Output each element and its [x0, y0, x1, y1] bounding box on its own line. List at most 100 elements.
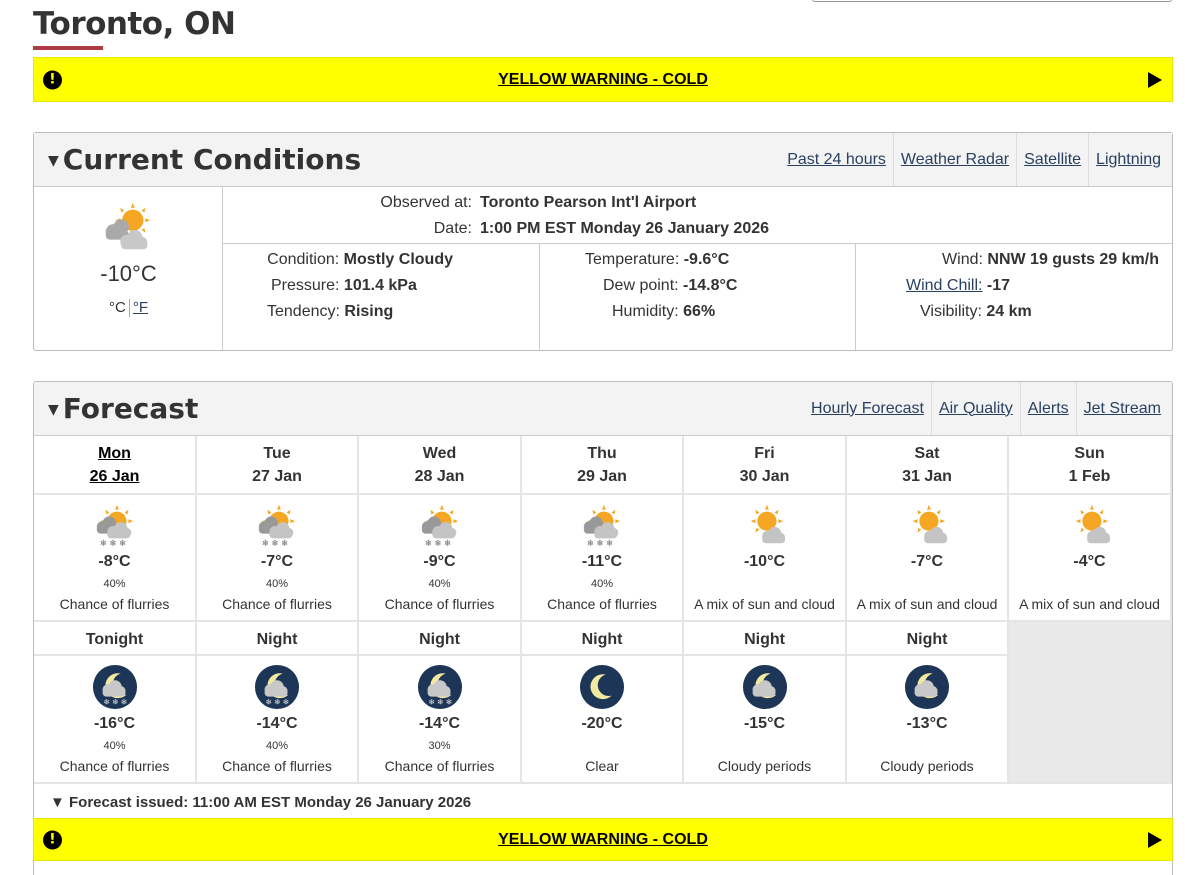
night-description: Chance of flurries	[222, 758, 332, 774]
night-label: Night	[581, 631, 623, 648]
link-jet-stream[interactable]: Jet Stream	[1075, 382, 1168, 435]
forecast-links: Hourly Forecast Air Quality Alerts Jet S…	[804, 382, 1168, 435]
day-name[interactable]: Sun	[1009, 442, 1170, 465]
forecast-day-cell: -10°C A mix of sun and cloud	[684, 495, 847, 622]
svg-text:❄: ❄	[112, 697, 118, 706]
day-date[interactable]: 28 Jan	[359, 465, 520, 488]
sun-cloud-snow-icon: ❄ ❄ ❄	[92, 502, 138, 549]
precip-probability: 40%	[265, 740, 289, 752]
link-lightning[interactable]: Lightning	[1088, 133, 1168, 186]
conditions-column-1: Condition: Mostly Cloudy Pressure: 101.4…	[223, 244, 539, 350]
night-label: Night	[419, 631, 460, 648]
svg-text:❄: ❄	[118, 539, 125, 548]
day-date[interactable]: 30 Jan	[684, 465, 845, 488]
day-date[interactable]: 27 Jan	[197, 465, 357, 488]
warning-link[interactable]: YELLOW WARNING - COLD	[498, 71, 708, 89]
collapse-triangle-icon[interactable]: ▼	[48, 402, 59, 418]
night-description: Chance of flurries	[384, 758, 495, 774]
night-label: Night	[256, 631, 298, 648]
link-hourly-forecast[interactable]: Hourly Forecast	[804, 382, 931, 435]
day-date[interactable]: 26 Jan	[34, 465, 195, 488]
forecast-night-cell: ❄ ❄ ❄ -16°C 40% Chance of flurries	[34, 656, 197, 784]
day-temperature: -10°C	[743, 553, 786, 570]
date-label: Date:	[433, 220, 472, 237]
svg-text:❄: ❄	[428, 697, 434, 706]
wind-chill-link[interactable]: Wind Chill:	[906, 277, 982, 294]
forecast-day-header[interactable]: Fri 30 Jan	[684, 436, 847, 495]
link-past-24-hours[interactable]: Past 24 hours	[780, 133, 893, 186]
unit-celsius: °C	[108, 299, 126, 316]
day-temperature: -4°C	[1073, 553, 1106, 570]
svg-text:❄: ❄	[437, 697, 443, 706]
tendency-value: Rising	[344, 303, 394, 320]
night-description: Clear	[585, 758, 619, 774]
link-alerts[interactable]: Alerts	[1019, 382, 1076, 435]
issued-triangle-icon: ▼	[50, 794, 70, 811]
forecast-night-cell: -20°C Clear	[522, 656, 684, 784]
exclamation-icon: !	[43, 830, 62, 849]
forecast-day-header[interactable]: Tue 27 Jan	[197, 436, 359, 495]
link-air-quality[interactable]: Air Quality	[930, 382, 1020, 435]
forecast-night-header: Night	[684, 622, 847, 656]
day-date[interactable]: 29 Jan	[522, 465, 682, 488]
moon-cloud-icon	[742, 664, 788, 710]
pressure-label: Pressure:	[271, 277, 340, 294]
title-underline	[33, 46, 103, 50]
forecast-night-cell: -15°C Cloudy periods	[684, 656, 847, 784]
current-details: Observed at: Toronto Pearson Int'l Airpo…	[223, 187, 1172, 350]
forecast-day-header[interactable]: Mon 26 Jan	[34, 436, 197, 495]
expand-arrow-icon[interactable]	[1148, 71, 1162, 88]
forecast-night-header: Night	[359, 622, 522, 656]
day-temperature: -9°C	[423, 553, 456, 570]
exclamation-icon: !	[43, 70, 62, 89]
precip-probability: 40%	[103, 578, 126, 590]
precip-probability: 40%	[428, 578, 451, 590]
link-weather-radar[interactable]: Weather Radar	[892, 133, 1016, 186]
day-name[interactable]: Wed	[359, 442, 520, 465]
warning-link[interactable]: YELLOW WARNING - COLD	[498, 831, 708, 849]
forecast-day-header[interactable]: Sat 31 Jan	[847, 436, 1009, 495]
day-description: Chance of flurries	[222, 596, 332, 612]
expand-arrow-icon[interactable]	[1148, 831, 1162, 848]
day-name[interactable]: Mon	[34, 442, 195, 465]
visibility-value: 24 km	[986, 303, 1032, 320]
current-conditions-title[interactable]: ▼ Current Conditions	[48, 143, 361, 176]
top-search-box-edge	[812, 0, 1172, 2]
dew-point-value: -14.8°C	[683, 277, 738, 294]
night-temperature: -14°C	[418, 715, 461, 732]
day-date[interactable]: 31 Jan	[847, 465, 1007, 488]
forecast-title-text: Forecast	[62, 392, 199, 425]
precip-probability: 30%	[428, 740, 451, 752]
day-date[interactable]: 1 Feb	[1009, 465, 1170, 488]
day-name[interactable]: Tue	[197, 442, 357, 465]
night-description: Chance of flurries	[59, 758, 170, 774]
collapse-triangle-icon[interactable]: ▼	[48, 153, 59, 169]
svg-text:❄: ❄	[606, 539, 613, 548]
forecast-night-cell: ❄ ❄ ❄ -14°C 40% Chance of flurries	[197, 656, 359, 784]
condition-label: Condition:	[267, 251, 340, 268]
warning-banner-top[interactable]: ! YELLOW WARNING - COLD	[33, 57, 1173, 102]
condition-row: Condition: Mostly Cloudy	[267, 251, 453, 269]
day-name[interactable]: Thu	[522, 442, 682, 465]
svg-text:❄: ❄	[281, 539, 288, 548]
day-description: Chance of flurries	[59, 596, 170, 612]
forecast-day-header[interactable]: Thu 29 Jan	[522, 436, 684, 495]
conditions-column-2: Temperature: -9.6°C Dew point: -14.8°C H…	[539, 244, 855, 350]
day-description: Chance of flurries	[384, 596, 495, 612]
link-satellite[interactable]: Satellite	[1016, 133, 1088, 186]
pressure-row: Pressure: 101.4 kPa	[271, 277, 417, 295]
forecast-day-cell: ❄ ❄ ❄ -9°C 40% Chance of flurries	[359, 495, 522, 622]
forecast-day-header[interactable]: Wed 28 Jan	[359, 436, 522, 495]
forecast-title[interactable]: ▼ Forecast	[48, 392, 198, 425]
night-temperature: -13°C	[906, 715, 948, 732]
unit-fahrenheit-link[interactable]: °F	[133, 299, 148, 316]
warning-banner-bottom[interactable]: ! YELLOW WARNING - COLD	[33, 818, 1173, 861]
forecast-night-header: Night	[522, 622, 684, 656]
forecast-day-cell: ❄ ❄ ❄ -8°C 40% Chance of flurries	[34, 495, 197, 622]
wind-chill-value: -17	[986, 277, 1011, 294]
day-name[interactable]: Sat	[847, 442, 1007, 465]
forecast-issued[interactable]: ▼ Forecast issued: 11:00 AM EST Monday 2…	[50, 794, 471, 811]
day-name[interactable]: Fri	[684, 442, 845, 465]
night-temperature: -15°C	[743, 715, 786, 732]
forecast-day-header[interactable]: Sun 1 Feb	[1009, 436, 1172, 495]
